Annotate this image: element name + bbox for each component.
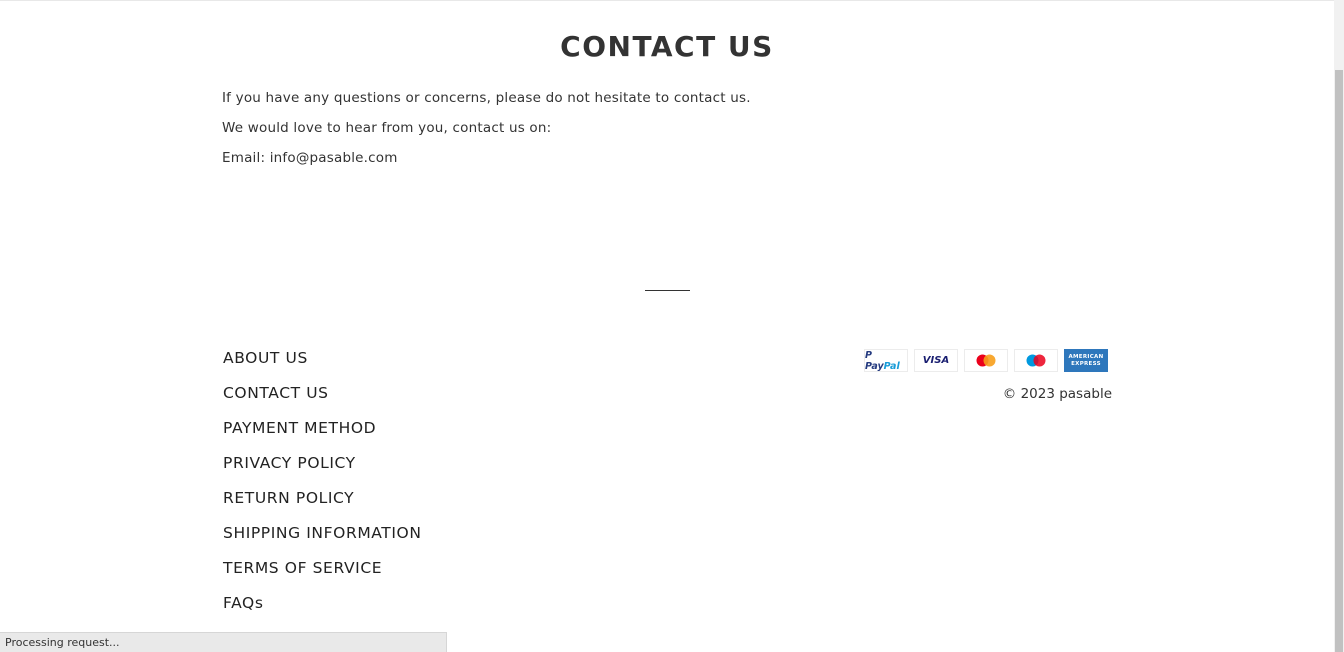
scrollbar-thumb[interactable] xyxy=(1335,70,1343,652)
footer-link-payment-method[interactable]: PAYMENT METHOD xyxy=(223,419,376,437)
paypal-icon: P PayPal xyxy=(864,349,908,372)
amex-icon: AMERICAN EXPRESS xyxy=(1064,349,1108,372)
page-title: CONTACT US xyxy=(560,30,774,63)
footer-link-privacy-policy[interactable]: PRIVACY POLICY xyxy=(223,454,356,472)
section-divider xyxy=(645,290,690,291)
footer-link-faqs[interactable]: FAQs xyxy=(223,594,264,612)
top-border xyxy=(0,0,1334,1)
footer-link-shipping-information[interactable]: SHIPPING INFORMATION xyxy=(223,524,422,542)
mastercard-icon xyxy=(964,349,1008,372)
footer-link-contact-us[interactable]: CONTACT US xyxy=(223,384,329,402)
footer-link-return-policy[interactable]: RETURN POLICY xyxy=(223,489,354,507)
footer-nav: ABOUT US CONTACT US PAYMENT METHOD PRIVA… xyxy=(223,348,422,628)
intro-paragraph: If you have any questions or concerns, p… xyxy=(222,90,751,106)
status-bar: Processing request... xyxy=(0,632,447,652)
visa-icon: VISA xyxy=(914,349,958,372)
footer-link-about-us[interactable]: ABOUT US xyxy=(223,349,308,367)
payment-icons: P PayPal VISA AMERICAN EXPRESS xyxy=(864,349,1108,372)
maestro-icon xyxy=(1014,349,1058,372)
footer-link-terms-of-service[interactable]: TERMS OF SERVICE xyxy=(223,559,382,577)
status-text: Processing request... xyxy=(5,636,120,649)
contact-prompt-paragraph: We would love to hear from you, contact … xyxy=(222,120,552,136)
vertical-scrollbar[interactable] xyxy=(1334,0,1344,652)
copyright-text: © 2023 pasable xyxy=(1002,386,1112,402)
email-paragraph: Email: info@pasable.com xyxy=(222,150,398,166)
